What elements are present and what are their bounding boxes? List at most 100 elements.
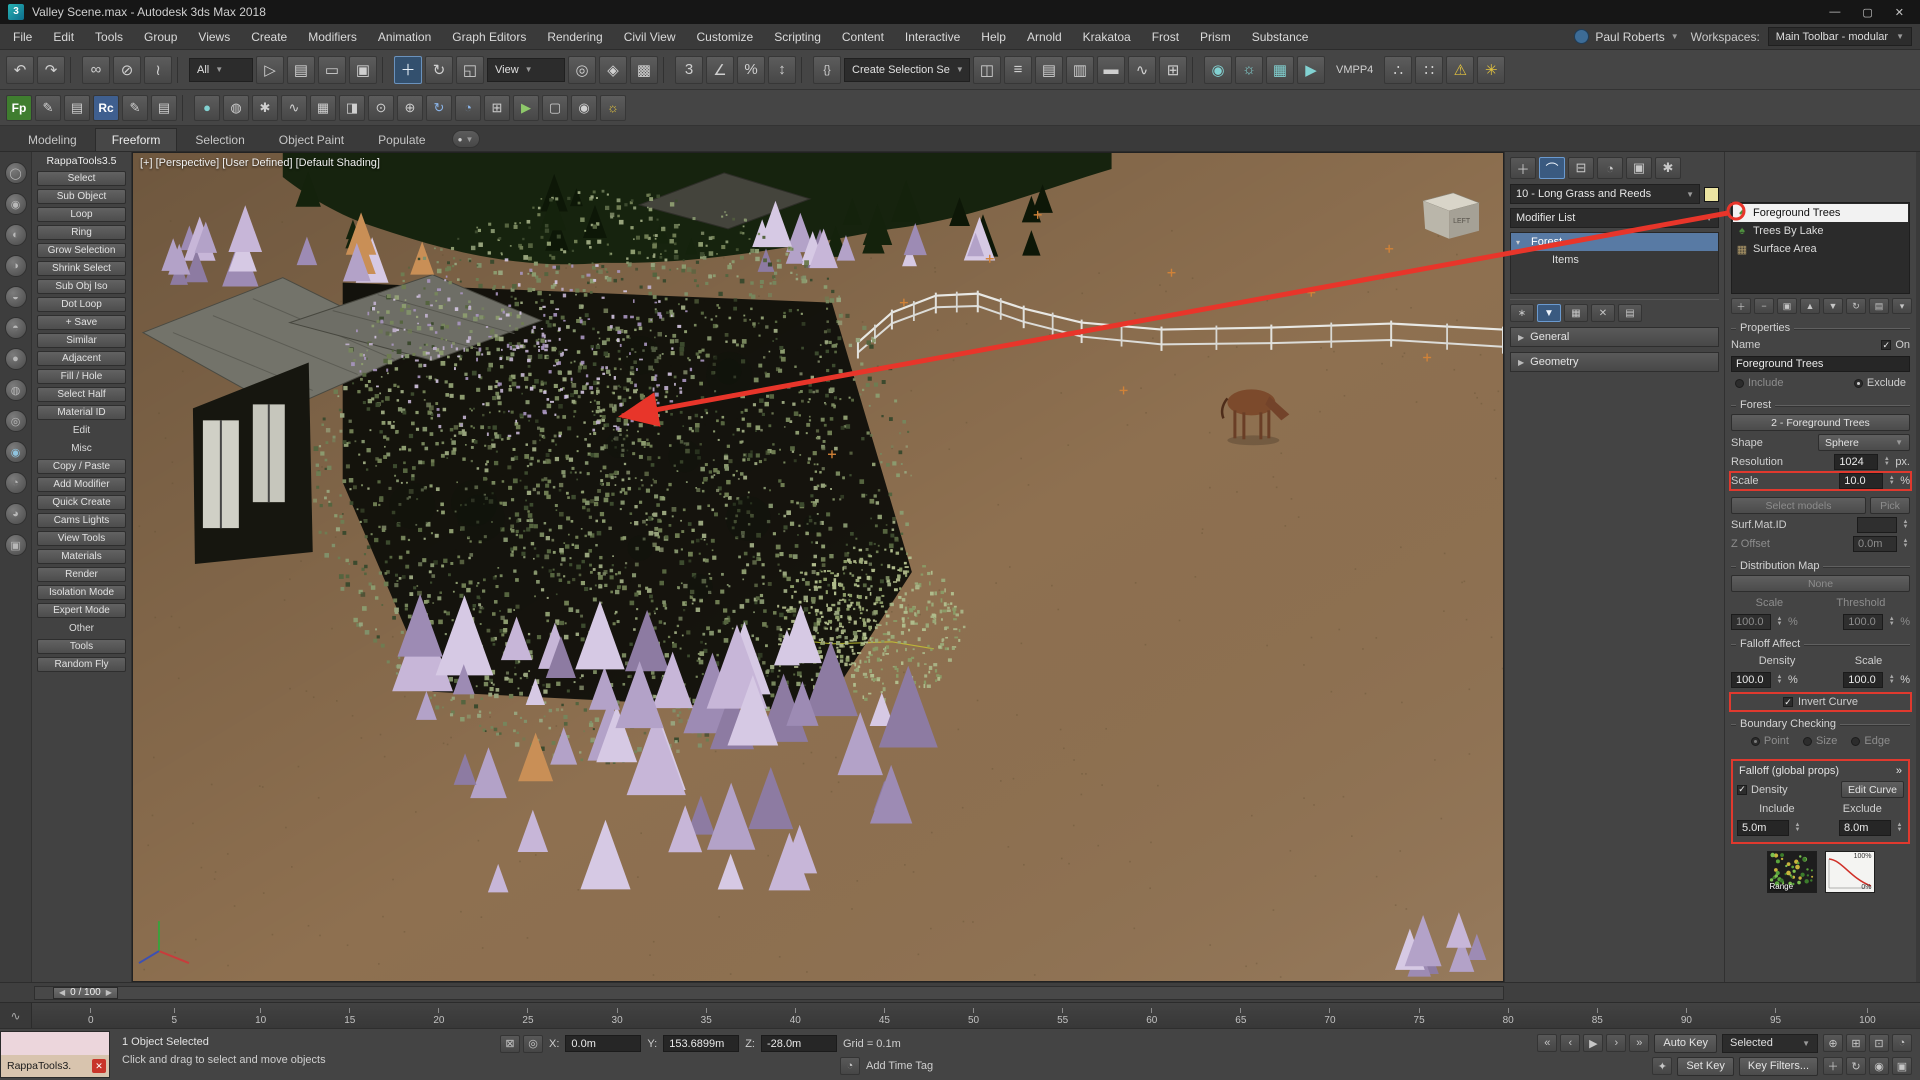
select-and-link-icon[interactable]: ∞ <box>82 56 110 84</box>
fgp-density-checkbox[interactable] <box>1737 785 1747 795</box>
go-to-end-icon[interactable]: » <box>1629 1034 1649 1052</box>
ribbon-tab[interactable]: Modeling <box>12 129 93 151</box>
array-icon[interactable]: ∷ <box>1415 56 1443 84</box>
close-button[interactable]: ✕ <box>1895 6 1904 19</box>
ribbon-toggle-icon[interactable]: ▬ <box>1097 56 1125 84</box>
object-name-dropdown[interactable]: 10 - Long Grass and Reeds ▼ <box>1510 184 1700 204</box>
paint-blue-icon[interactable]: ◉ <box>5 441 27 463</box>
x-coordinate-field[interactable]: 0.0m <box>565 1035 641 1052</box>
window-tool-icon[interactable]: ⊞ <box>484 95 510 121</box>
rappatools-button[interactable]: + Save <box>37 315 126 330</box>
expand-arrow-icon[interactable]: ▾ <box>1516 238 1526 247</box>
rappatools-button[interactable]: Materials <box>37 549 126 564</box>
rappatools-button[interactable]: Ring <box>37 225 126 240</box>
time-tag-icon[interactable]: ◔ <box>840 1057 860 1075</box>
rappatools-button[interactable]: Cams Lights <box>37 513 126 528</box>
z-coordinate-field[interactable]: -28.0m <box>761 1035 837 1052</box>
forest-area-row[interactable]: ♠ Foreground Trees <box>1733 204 1908 222</box>
name-field[interactable]: Foreground Trees <box>1731 356 1910 372</box>
menu-item[interactable]: Create <box>242 24 296 50</box>
modifier-stack-row[interactable]: ▾ Forest <box>1511 233 1718 251</box>
perspective-viewport[interactable]: [+] [Perspective] [User Defined] [Defaul… <box>132 152 1504 982</box>
move-up-icon[interactable]: ▲ <box>1800 298 1820 314</box>
utilities-tab-icon[interactable]: ✱ <box>1655 157 1681 179</box>
resolution-field[interactable]: 1024 <box>1834 454 1878 470</box>
mirror-icon[interactable]: ◫ <box>973 56 1001 84</box>
menu-item[interactable]: Civil View <box>615 24 685 50</box>
menu-item[interactable]: Arnold <box>1018 24 1071 50</box>
add-area-icon[interactable]: ＋ <box>1731 298 1751 314</box>
physx-icon[interactable]: ● <box>194 95 220 121</box>
rappatools-button[interactable]: Select Half <box>37 387 126 402</box>
ribbon-tab[interactable]: Freeform <box>95 128 178 151</box>
select-move-icon[interactable]: ＋ <box>394 56 422 84</box>
menu-item[interactable]: Animation <box>369 24 440 50</box>
menu-item[interactable]: Graph Editors <box>443 24 535 50</box>
rappatools-button[interactable]: Edit <box>37 423 126 438</box>
ribbon-tab[interactable]: Populate <box>362 129 441 151</box>
macro-recorder-line[interactable] <box>1 1032 109 1055</box>
menu-item[interactable]: Scripting <box>765 24 830 50</box>
collapse-areas-icon[interactable]: ▾ <box>1892 298 1912 314</box>
select-scale-icon[interactable]: ◱ <box>456 56 484 84</box>
user-account-menu[interactable]: Paul Roberts ▼ <box>1570 29 1682 44</box>
create-tab-icon[interactable]: ＋ <box>1510 157 1536 179</box>
object-color-swatch[interactable] <box>1704 187 1719 202</box>
spinner-arrows-icon[interactable]: ▲▼ <box>1887 476 1896 486</box>
play-icon[interactable]: ▶ <box>1583 1034 1603 1052</box>
exaggerate-icon[interactable]: ◎ <box>5 410 27 432</box>
exclude-radio[interactable] <box>1854 379 1863 388</box>
schematic-view-icon[interactable]: ⊞ <box>1159 56 1187 84</box>
rappatools-button[interactable]: Sub Obj Iso <box>37 279 126 294</box>
workspace-dropdown[interactable]: Main Toolbar - modular ▼ <box>1768 27 1912 46</box>
selection-filter-dropdown[interactable]: All ▼ <box>189 58 253 82</box>
ribbon-tab[interactable]: Object Paint <box>263 129 360 151</box>
previous-frame-icon[interactable]: ‹ <box>1560 1034 1580 1052</box>
make-unique-icon[interactable]: ▦ <box>1564 304 1588 322</box>
falloff-curve-thumbnail[interactable]: 100% 0% <box>1825 851 1875 893</box>
smudge-icon[interactable]: ● <box>5 348 27 370</box>
spinner-arrows-icon[interactable]: ▲▼ <box>1901 539 1910 549</box>
spinner-arrows-icon[interactable]: ▲▼ <box>1882 457 1891 467</box>
add-time-tag-label[interactable]: Add Time Tag <box>866 1060 933 1072</box>
redo-icon[interactable]: ↷ <box>37 56 65 84</box>
show-end-result-icon[interactable]: ▼ <box>1537 304 1561 322</box>
shift-brush-icon[interactable]: ◔ <box>5 472 27 494</box>
selection-set-key-dropdown[interactable]: Selected ▼ <box>1722 1034 1818 1053</box>
edit-curve-button[interactable]: Edit Curve <box>1841 781 1904 798</box>
time-slider-track[interactable]: ◀ 0 / 100 ▶ <box>34 986 1504 1000</box>
menu-item[interactable]: Customize <box>688 24 763 50</box>
fov-icon[interactable]: ◔ <box>1892 1034 1912 1052</box>
minimize-button[interactable]: — <box>1829 6 1840 19</box>
maximize-button[interactable]: ▢ <box>1862 6 1872 19</box>
zoom-all-icon[interactable]: ⊞ <box>1846 1034 1866 1052</box>
rendered-frame-icon[interactable]: ▦ <box>1266 56 1294 84</box>
dm-scale-field[interactable]: 100.0 <box>1731 614 1771 630</box>
modifier-list-dropdown[interactable]: Modifier List ▼ <box>1510 208 1719 228</box>
reference-coordinate-dropdown[interactable]: View ▼ <box>487 58 565 82</box>
rappatools-button[interactable]: Isolation Mode <box>37 585 126 600</box>
fa-density-field[interactable]: 100.0 <box>1731 672 1771 688</box>
rappatools-button[interactable]: Select <box>37 171 126 186</box>
spray-icon[interactable]: ✳ <box>1477 56 1505 84</box>
unlink-selection-icon[interactable]: ⊘ <box>113 56 141 84</box>
range-preview-thumbnail[interactable]: Range <box>1767 851 1817 893</box>
paint-fill-icon[interactable]: ◕ <box>5 503 27 525</box>
rappatools-button[interactable]: Random Fly <box>37 657 126 672</box>
modify-tab-icon[interactable]: ⌒ <box>1539 157 1565 179</box>
on-checkbox[interactable] <box>1881 340 1891 350</box>
menu-item[interactable]: Help <box>972 24 1015 50</box>
angle-snap-icon[interactable]: ∠ <box>706 56 734 84</box>
forest-object-button[interactable]: 2 - Foreground Trees <box>1731 414 1910 431</box>
rollout-bar[interactable]: ▶ General <box>1510 327 1719 347</box>
scale-field[interactable]: 10.0 <box>1839 473 1883 489</box>
rappatools-button[interactable]: Shrink Select <box>37 261 126 276</box>
frame-forward-arrow-icon[interactable]: ▶ <box>106 988 112 997</box>
relax-icon[interactable]: ◑ <box>5 255 27 277</box>
invert-curve-checkbox[interactable] <box>1783 697 1793 707</box>
menu-item[interactable]: Content <box>833 24 893 50</box>
menu-item[interactable]: Group <box>135 24 186 50</box>
railclone-icon[interactable]: Rc <box>93 95 119 121</box>
bind-to-spacewarp-icon[interactable]: ≀ <box>144 56 172 84</box>
select-by-name-icon[interactable]: ▤ <box>287 56 315 84</box>
